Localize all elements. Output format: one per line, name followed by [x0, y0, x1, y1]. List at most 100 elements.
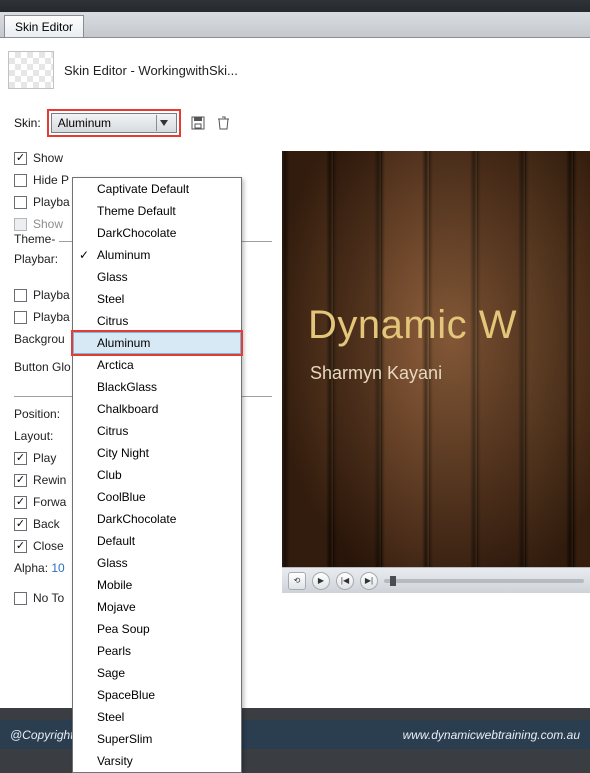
checkbox-close[interactable] [14, 540, 27, 553]
opt-back: Back [33, 517, 60, 531]
dropdown-item[interactable]: BlackGlass [73, 376, 241, 398]
dropdown-item[interactable]: Citrus [73, 420, 241, 442]
opt-rewin: Rewin [33, 473, 66, 487]
dropdown-item-label: Steel [97, 710, 124, 724]
dropdown-item[interactable]: Citrus [73, 310, 241, 332]
dropdown-item[interactable]: Glass [73, 266, 241, 288]
dropdown-item-label: Arctica [97, 358, 134, 372]
dropdown-item[interactable]: Theme Default [73, 200, 241, 222]
dropdown-item[interactable]: Pearls [73, 640, 241, 662]
checkbox-playba3[interactable] [14, 311, 27, 324]
dropdown-item-label: Citrus [97, 314, 128, 328]
checkbox-play[interactable] [14, 452, 27, 465]
dropdown-item[interactable]: ✓Aluminum [73, 244, 241, 266]
dropdown-item[interactable]: City Night [73, 442, 241, 464]
dropdown-item-label: Club [97, 468, 122, 482]
dropdown-item-label: Chalkboard [97, 402, 158, 416]
panel-title: Skin Editor - WorkingwithSki... [64, 63, 238, 78]
dropdown-item[interactable]: Mobile [73, 574, 241, 596]
dropdown-item[interactable]: Chalkboard [73, 398, 241, 420]
dropdown-item[interactable]: SuperSlim [73, 728, 241, 750]
dropdown-item-label: Varsity [97, 754, 133, 768]
dropdown-item[interactable]: Steel [73, 288, 241, 310]
skin-label: Skin: [14, 116, 41, 130]
progress-track[interactable] [384, 579, 584, 583]
dropdown-item[interactable]: Sage [73, 662, 241, 684]
dropdown-item-label: Theme Default [97, 204, 176, 218]
dropdown-item[interactable]: Steel [73, 706, 241, 728]
checkbox-show-disabled [14, 218, 27, 231]
dropdown-item-label: Steel [97, 292, 124, 306]
save-icon[interactable] [189, 114, 207, 132]
dropdown-item-label: Pearls [97, 644, 131, 658]
checkbox-playba[interactable] [14, 196, 27, 209]
opt-hidep: Hide P [33, 173, 69, 187]
skin-combobox[interactable]: Aluminum [51, 113, 177, 133]
dropdown-item-label: Default [97, 534, 135, 548]
opt-close: Close [33, 539, 64, 553]
checkbox-playba2[interactable] [14, 289, 27, 302]
window-titlebar [0, 0, 590, 12]
checkbox-forwa[interactable] [14, 496, 27, 509]
slide-subtitle: Sharmyn Kayani [310, 363, 442, 384]
dropdown-item-label: BlackGlass [97, 380, 157, 394]
trash-icon[interactable] [215, 114, 233, 132]
checkbox-noto[interactable] [14, 592, 27, 605]
skin-combo-highlight: Aluminum [47, 109, 181, 137]
slide-title: Dynamic W [308, 303, 517, 348]
skin-dropdown-list[interactable]: Captivate Default Theme Default DarkChocol… [72, 177, 242, 773]
opt-show: Show [33, 151, 63, 165]
dropdown-item-label: Aluminum [97, 248, 150, 262]
dropdown-item[interactable]: Pea Soup [73, 618, 241, 640]
checkbox-rewin[interactable] [14, 474, 27, 487]
opt-playba2: Playba [33, 288, 70, 302]
dropdown-item-label: Glass [97, 270, 128, 284]
tab-strip: Skin Editor [0, 12, 590, 38]
dropdown-item[interactable]: Club [73, 464, 241, 486]
dropdown-item-label: Aluminum [97, 336, 150, 350]
dropdown-item-label: Pea Soup [97, 622, 150, 636]
checkbox-hidep[interactable] [14, 174, 27, 187]
preview-pane: Dynamic W Sharmyn Kayani ⟲ ▶ |◀ ▶| [272, 141, 590, 603]
dropdown-item-label: SuperSlim [97, 732, 152, 746]
play-button[interactable]: ▶ [312, 572, 330, 590]
dropdown-item[interactable]: Arctica [73, 354, 241, 376]
footer-right: www.dynamicwebtraining.com.au [403, 728, 580, 742]
chevron-down-icon [156, 115, 172, 131]
dropdown-item[interactable]: Mojave [73, 596, 241, 618]
dropdown-item-label: Mobile [97, 578, 132, 592]
forward-button[interactable]: ▶| [360, 572, 378, 590]
checkbox-back[interactable] [14, 518, 27, 531]
opt-play: Play [33, 451, 56, 465]
rewind-button[interactable]: ⟲ [288, 572, 306, 590]
dropdown-item-label: SpaceBlue [97, 688, 155, 702]
dropdown-item[interactable]: DarkChocolate [73, 508, 241, 530]
back-button[interactable]: |◀ [336, 572, 354, 590]
opt-playba3: Playba [33, 310, 70, 324]
dropdown-item-label: DarkChocolate [97, 512, 176, 526]
dropdown-item[interactable]: CoolBlue [73, 486, 241, 508]
dropdown-item[interactable]: SpaceBlue [73, 684, 241, 706]
alpha-value[interactable]: 10 [51, 561, 64, 575]
dropdown-item[interactable]: Varsity [73, 750, 241, 772]
opt-forwa: Forwa [33, 495, 66, 509]
progress-handle[interactable] [390, 576, 396, 586]
tab-skin-editor[interactable]: Skin Editor [4, 15, 84, 37]
dropdown-item[interactable]: Captivate Default [73, 178, 241, 200]
checkbox-show[interactable] [14, 152, 27, 165]
tab-label: Skin Editor [15, 20, 73, 34]
dropdown-item[interactable]: DarkChocolate [73, 222, 241, 244]
project-thumbnail [8, 51, 54, 89]
footer-left: @Copyright: [10, 728, 77, 742]
skin-selected-value: Aluminum [58, 116, 111, 130]
dropdown-item-label: Sage [97, 666, 125, 680]
dropdown-item[interactable]: Aluminum [73, 332, 241, 354]
opt-showg: Show [33, 217, 63, 231]
dropdown-item-label: CoolBlue [97, 490, 146, 504]
dropdown-item[interactable]: Default [73, 530, 241, 552]
dropdown-item-label: Mojave [97, 600, 136, 614]
theme-legend: Theme- [14, 232, 59, 246]
dropdown-item[interactable]: Glass [73, 552, 241, 574]
dropdown-item-label: DarkChocolate [97, 226, 176, 240]
dropdown-item-label: City Night [97, 446, 149, 460]
